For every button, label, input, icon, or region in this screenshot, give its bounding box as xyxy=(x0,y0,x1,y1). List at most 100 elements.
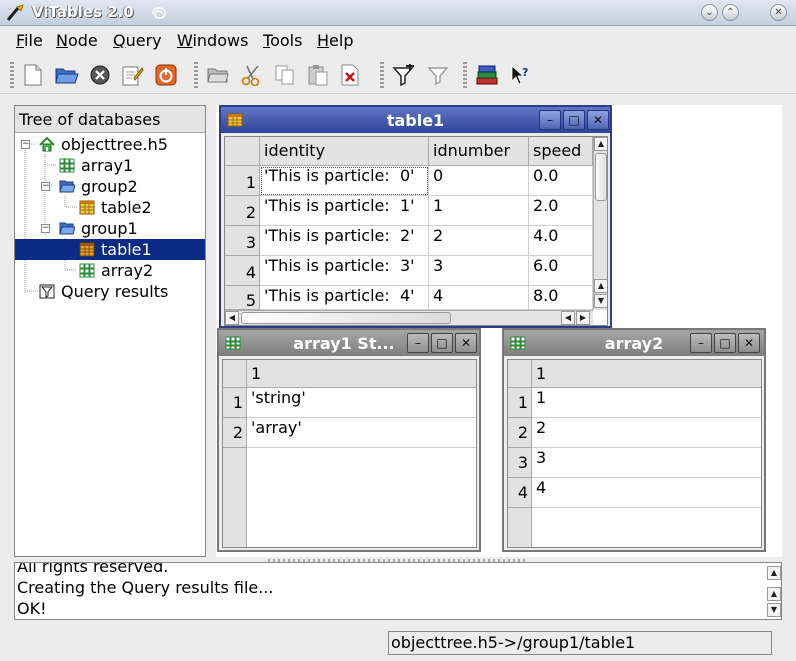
tree-header[interactable]: Tree of databases xyxy=(15,106,205,133)
new-file-button[interactable] xyxy=(20,62,46,88)
toolbar-grip[interactable] xyxy=(10,62,14,90)
table-cell[interactable]: 3 xyxy=(532,448,761,478)
window-titlebar[interactable]: ViTables 2.0 ⌄ ⌃ ✕ xyxy=(0,0,796,26)
whats-this-button[interactable]: ? xyxy=(507,62,533,88)
query-button[interactable] xyxy=(391,62,417,88)
corner-header[interactable] xyxy=(223,360,247,388)
row-header[interactable]: 3 xyxy=(225,226,260,256)
corner-header[interactable] xyxy=(225,137,260,166)
vertical-scrollbar[interactable]: ▲ ▲ ▼ xyxy=(593,137,607,310)
subwindow-table1[interactable]: table1 – □ ✕ identity idnumber speed 1 '… xyxy=(219,105,612,328)
window-close-button[interactable]: ✕ xyxy=(770,4,787,21)
table-cell[interactable]: 2 xyxy=(429,226,529,256)
scroll-thumb[interactable] xyxy=(241,312,451,324)
row-header[interactable]: 4 xyxy=(225,256,260,286)
delete-button[interactable] xyxy=(338,62,364,88)
table-cell[interactable]: 3 xyxy=(429,256,529,286)
subwindow-array1[interactable]: array1 St... – □ ✕ 1 1 'string' 2 'array… xyxy=(217,328,481,552)
table-cell[interactable]: 4 xyxy=(429,286,529,310)
corner-header[interactable] xyxy=(508,360,532,388)
row-header[interactable]: 5 xyxy=(225,286,260,310)
close-button[interactable]: ✕ xyxy=(587,110,609,130)
menu-file[interactable]: File xyxy=(16,31,43,50)
table-cell[interactable]: 'This is particle: 0' xyxy=(260,166,429,196)
tree-item-table1[interactable]: table1 xyxy=(15,239,205,260)
close-file-button[interactable] xyxy=(87,62,113,88)
array2-grid[interactable]: 1 1 1 2 2 3 3 4 4 xyxy=(507,359,762,548)
column-header[interactable]: identity xyxy=(260,137,429,166)
table-cell[interactable]: 0 xyxy=(429,166,529,196)
tree-of-databases-panel[interactable]: Tree of databases − − − objecttree.h5 ar… xyxy=(14,105,206,557)
menu-windows[interactable]: Windows xyxy=(177,31,248,50)
scroll-left-button[interactable]: ◀ xyxy=(561,311,575,325)
row-header[interactable]: 1 xyxy=(223,388,247,418)
row-header[interactable]: 2 xyxy=(223,418,247,448)
minimize-button[interactable]: – xyxy=(539,110,561,130)
horizontal-scrollbar[interactable]: ◀ ◀ ▶ xyxy=(225,310,593,325)
tree-item-query-results[interactable]: Query results xyxy=(15,281,205,302)
scroll-up-button[interactable]: ▲ xyxy=(594,137,607,151)
table-cell[interactable]: 8.0 xyxy=(529,286,593,310)
menu-tools[interactable]: Tools xyxy=(263,31,302,50)
table-cell[interactable]: 0.0 xyxy=(529,166,593,196)
row-header[interactable]: 4 xyxy=(508,478,532,508)
table-cell[interactable]: 2.0 xyxy=(529,196,593,226)
cut-button[interactable] xyxy=(239,62,265,88)
scroll-down-button[interactable]: ▼ xyxy=(594,294,607,308)
scroll-up-button[interactable]: ▲ xyxy=(767,587,781,601)
close-button[interactable]: ✕ xyxy=(455,333,477,353)
table-cell[interactable]: 'This is particle: 2' xyxy=(260,226,429,256)
subwindow-titlebar[interactable]: table1 – □ ✕ xyxy=(221,107,610,133)
table-cell[interactable]: 'This is particle: 3' xyxy=(260,256,429,286)
minimize-button[interactable]: – xyxy=(407,333,429,353)
tree-item-array1[interactable]: array1 xyxy=(15,155,205,176)
quit-button[interactable] xyxy=(153,62,179,88)
table-cell[interactable]: 'string' xyxy=(247,388,476,418)
subwindow-array2[interactable]: array2 – □ ✕ 1 1 1 2 2 3 3 4 4 xyxy=(502,328,766,552)
table-cell[interactable]: 6.0 xyxy=(529,256,593,286)
table-cell[interactable]: 'This is particle: 1' xyxy=(260,196,429,226)
row-header[interactable]: 2 xyxy=(508,418,532,448)
tree-item-group1[interactable]: group1 xyxy=(15,218,205,239)
table-cell[interactable]: 'array' xyxy=(247,418,476,448)
table-cell[interactable]: 4 xyxy=(532,478,761,508)
toolbar-grip[interactable] xyxy=(463,62,467,90)
scroll-thumb[interactable] xyxy=(595,153,607,201)
menu-node[interactable]: Node xyxy=(56,31,98,50)
subwindow-titlebar[interactable]: array1 St... – □ ✕ xyxy=(219,330,479,356)
table-cell[interactable]: 1 xyxy=(532,388,761,418)
row-header[interactable]: 1 xyxy=(508,388,532,418)
open-file-button[interactable] xyxy=(54,62,80,88)
minimize-button[interactable]: – xyxy=(690,333,712,353)
copy-button[interactable] xyxy=(272,62,298,88)
maximize-button[interactable]: □ xyxy=(714,333,736,353)
table-cell[interactable]: 'This is particle: 4' xyxy=(260,286,429,310)
toolbar-grip[interactable] xyxy=(380,62,384,90)
row-header[interactable]: 1 xyxy=(225,166,260,196)
tree-item-array2[interactable]: array2 xyxy=(15,260,205,281)
window-shade-button[interactable]: ⌄ xyxy=(701,4,718,21)
scroll-left-button[interactable]: ◀ xyxy=(225,311,239,325)
column-header[interactable]: 1 xyxy=(247,360,476,388)
users-guide-button[interactable] xyxy=(474,62,500,88)
table-cell[interactable]: 2 xyxy=(532,418,761,448)
scroll-up-button[interactable]: ▲ xyxy=(767,566,781,580)
table-cell[interactable]: 4.0 xyxy=(529,226,593,256)
paste-button[interactable] xyxy=(305,62,331,88)
window-raise-button[interactable]: ⌃ xyxy=(722,4,739,21)
tree-item-table2[interactable]: table2 xyxy=(15,197,205,218)
toolbar-grip[interactable] xyxy=(194,62,198,90)
menu-help[interactable]: Help xyxy=(317,31,353,50)
delete-query-button[interactable] xyxy=(425,62,451,88)
maximize-button[interactable]: □ xyxy=(431,333,453,353)
column-header[interactable]: idnumber xyxy=(429,137,529,166)
tree-item-objecttree-h5[interactable]: objecttree.h5 xyxy=(15,134,205,155)
log-console[interactable]: All rights reserved. Creating the Query … xyxy=(14,562,782,620)
tree-item-group2[interactable]: group2 xyxy=(15,176,205,197)
menu-query[interactable]: Query xyxy=(113,31,162,50)
table1-grid[interactable]: identity idnumber speed 1 'This is parti… xyxy=(224,136,608,326)
log-scrollbar[interactable]: ▲ ▲ ▼ xyxy=(767,563,781,619)
column-header[interactable]: speed xyxy=(529,137,593,166)
maximize-button[interactable]: □ xyxy=(563,110,585,130)
row-header[interactable]: 2 xyxy=(225,196,260,226)
